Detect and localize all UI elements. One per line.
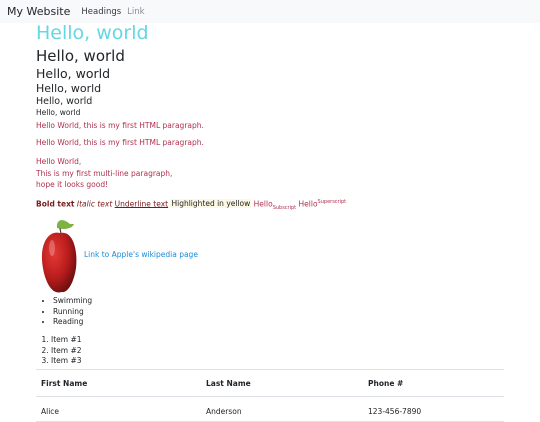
list-item: Swimming: [53, 296, 92, 307]
italic-text: Italic text: [76, 199, 113, 209]
multiline-line-2: This is my first multi-line paragraph,: [36, 168, 173, 178]
navbar: My Website Headings Link: [0, 0, 540, 23]
main-content: Hello, world Hello, world Hello, world H…: [36, 22, 506, 422]
column-header-first-name: First Name: [36, 369, 201, 397]
multiline-paragraph: Hello World, This is my first multi-line…: [36, 156, 506, 191]
subscript-base: Hello: [253, 199, 273, 209]
list-item: Item #3: [51, 356, 82, 367]
cell-phone: 123-456-7890: [363, 396, 504, 422]
list-item: Item #1: [51, 335, 82, 346]
apple-leaf: [56, 220, 74, 229]
apple-wikipedia-link[interactable]: Link to Apple's wikipedia page: [84, 250, 198, 259]
heading-h5: Hello, world: [36, 96, 93, 108]
list-item: Reading: [53, 317, 92, 328]
paragraph-1: Hello World, this is my first HTML parag…: [36, 120, 204, 130]
items-ordered-list: Item #1 Item #2 Item #3: [40, 335, 82, 367]
paragraph-2: Hello World, this is my first HTML parag…: [36, 138, 204, 148]
apple-section: Link to Apple's wikipedia page: [40, 216, 240, 294]
bold-text: Bold text: [36, 199, 75, 209]
apple-body: [41, 232, 77, 293]
list-item: Running: [53, 307, 92, 318]
superscript-text: Superscript: [317, 198, 347, 205]
nav-link-headings[interactable]: Headings: [81, 7, 121, 17]
nav-link-link[interactable]: Link: [127, 7, 144, 17]
column-header-phone: Phone #: [363, 369, 504, 397]
cell-last-name: Anderson: [201, 396, 363, 422]
apple-image[interactable]: [40, 216, 80, 294]
multiline-line-1: Hello World,: [36, 156, 82, 166]
navbar-brand[interactable]: My Website: [7, 5, 70, 18]
highlighted-text: Highlighted in yellow: [170, 199, 252, 209]
table-row: Alice Anderson 123-456-7890: [36, 396, 504, 422]
heading-h3: Hello, world: [36, 66, 111, 82]
hobbies-list: Swimming Running Reading: [42, 296, 92, 328]
heading-h4: Hello, world: [36, 82, 102, 96]
multiline-line-3: hope it looks good!: [36, 180, 109, 190]
text-formatting-row: Bold text Italic text Underline text Hig…: [36, 199, 506, 212]
subscript-text: Subscript: [272, 204, 297, 211]
cell-first-name: Alice: [36, 396, 201, 422]
heading-h2: Hello, world: [36, 46, 125, 65]
contacts-table: First Name Last Name Phone # Alice Ander…: [36, 369, 504, 422]
heading-h1: Hello, world: [36, 22, 149, 44]
table-header-row: First Name Last Name Phone #: [36, 369, 504, 397]
underline-text: Underline text: [114, 199, 169, 209]
list-item: Item #2: [51, 346, 82, 357]
heading-h6: Hello, world: [36, 108, 81, 118]
column-header-last-name: Last Name: [201, 369, 363, 397]
superscript-base: Hello: [298, 199, 318, 209]
apple-highlight: [49, 240, 55, 256]
